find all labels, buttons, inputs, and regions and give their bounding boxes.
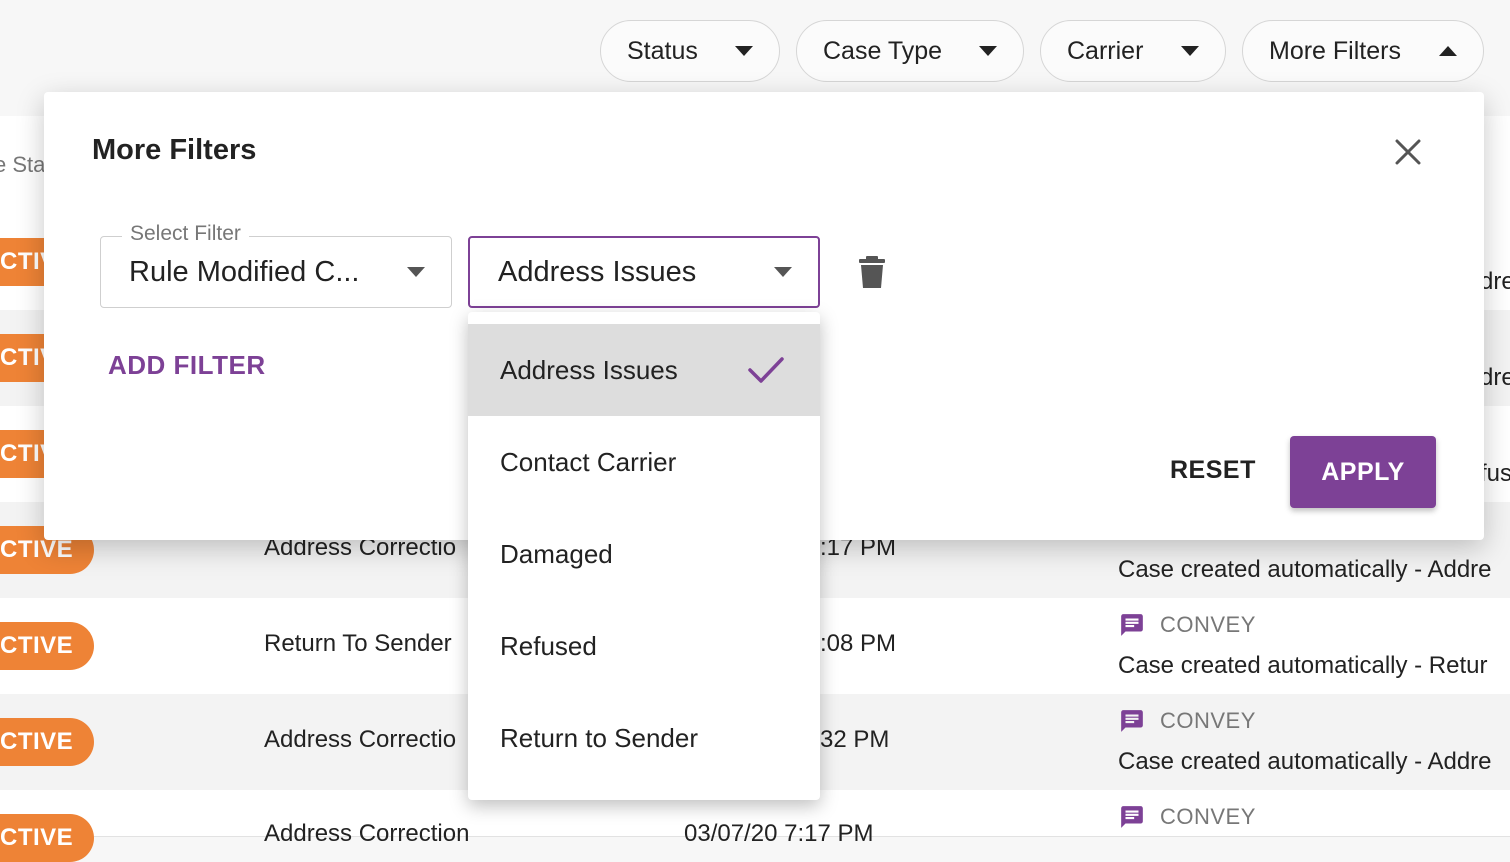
case-type-filter-label: Case Type — [823, 36, 943, 65]
menu-item-refused[interactable]: Refused — [468, 600, 820, 692]
status-filter-button[interactable]: Status — [600, 20, 780, 82]
source-label: CONVEY — [1118, 612, 1256, 638]
caret-down-icon — [979, 46, 997, 56]
status-filter-label: Status — [627, 36, 698, 65]
case-type-cell: Address Correctio — [264, 726, 457, 753]
case-type-cell: Address Correction — [264, 820, 470, 847]
caret-down-icon — [1181, 46, 1199, 56]
select-filter-value: Rule Modified C... — [129, 255, 360, 288]
menu-item-label: Refused — [500, 630, 597, 661]
carrier-filter-button[interactable]: Carrier — [1040, 20, 1226, 82]
status-badge: CTIVE — [0, 718, 94, 766]
menu-item-contact-carrier[interactable]: Contact Carrier — [468, 416, 820, 508]
source-text: CONVEY — [1160, 612, 1256, 637]
check-icon — [748, 357, 784, 383]
source-text: CONVEY — [1160, 804, 1256, 829]
menu-item-return-to-sender[interactable]: Return to Sender — [468, 692, 820, 784]
note-text: Case created automatically - Addre — [1118, 748, 1492, 775]
time-cell: :08 PM — [820, 630, 897, 657]
more-filters-button[interactable]: More Filters — [1242, 20, 1484, 82]
source-label: CONVEY — [1118, 804, 1256, 830]
source-label: CONVEY — [1118, 708, 1256, 734]
message-icon — [1121, 806, 1143, 828]
menu-item-label: Contact Carrier — [500, 446, 677, 477]
more-filters-label: More Filters — [1269, 36, 1401, 65]
add-filter-button[interactable]: ADD FILTER — [108, 350, 266, 381]
caret-down-icon — [407, 267, 425, 277]
case-type-filter-button[interactable]: Case Type — [796, 20, 1024, 82]
caret-down-icon — [735, 46, 753, 56]
carrier-filter-label: Carrier — [1067, 36, 1144, 65]
caret-up-icon — [1439, 46, 1457, 56]
source-text: CONVEY — [1160, 708, 1256, 733]
time-cell: 03/07/20 7:17 PM — [684, 820, 874, 847]
filter-value-dropdown[interactable]: Address Issues — [468, 236, 820, 308]
modal-title: More Filters — [92, 134, 257, 166]
apply-button[interactable]: APPLY — [1290, 436, 1436, 508]
note-text: dre — [1480, 364, 1510, 391]
select-filter-dropdown[interactable]: Rule Modified C... — [100, 236, 452, 308]
status-badge: CTIVE — [0, 814, 94, 862]
close-icon[interactable] — [1390, 134, 1426, 170]
trash-icon[interactable] — [858, 256, 886, 288]
select-filter-label: Select Filter — [122, 222, 249, 246]
note-text: Case created automatically - Retur — [1118, 652, 1488, 679]
note-text: fus — [1480, 460, 1510, 487]
menu-item-damaged[interactable]: Damaged — [468, 508, 820, 600]
menu-item-label: Damaged — [500, 538, 613, 569]
note-text: dre — [1480, 268, 1510, 295]
menu-item-label: Address Issues — [500, 354, 678, 385]
filter-value-text: Address Issues — [498, 255, 697, 288]
menu-item-label: Return to Sender — [500, 722, 699, 753]
message-icon — [1121, 614, 1143, 636]
menu-item-address-issues[interactable]: Address Issues — [468, 324, 820, 416]
caret-down-icon — [774, 267, 792, 277]
time-cell: 32 PM — [820, 726, 890, 753]
status-badge: CTIVE — [0, 622, 94, 670]
column-header-status: e Sta — [0, 152, 46, 177]
case-type-cell: Return To Sender — [264, 630, 452, 657]
message-icon — [1121, 710, 1143, 732]
reset-button[interactable]: RESET — [1170, 456, 1256, 485]
filter-value-menu: Address Issues Contact Carrier Damaged R… — [468, 312, 820, 800]
note-text: Case created automatically - Addre — [1118, 556, 1492, 583]
